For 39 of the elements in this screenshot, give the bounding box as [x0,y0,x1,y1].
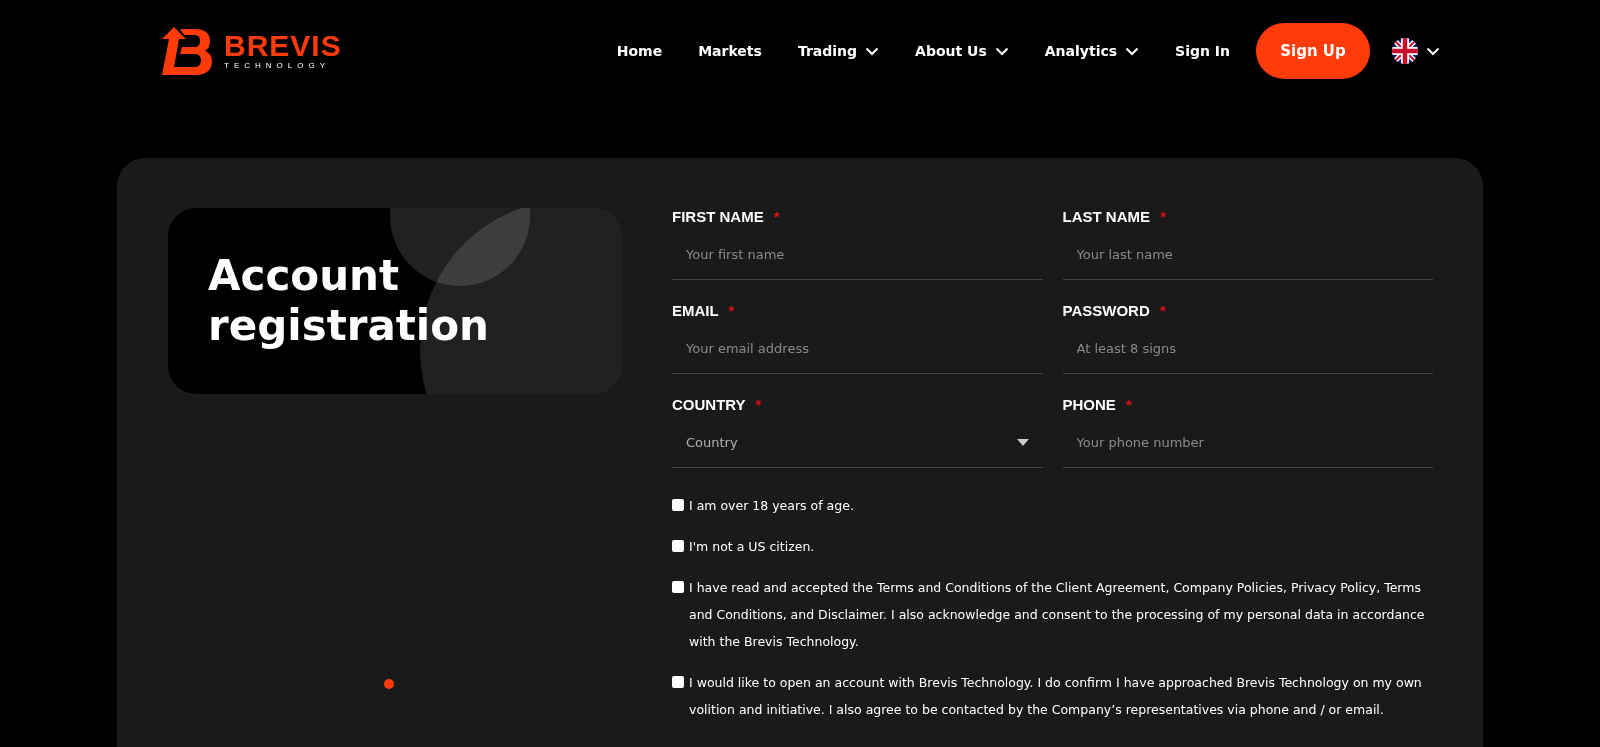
caret-down-icon [1016,439,1029,446]
checkbox[interactable] [672,581,684,593]
input-field[interactable]: Your last name [1062,230,1433,280]
country-select[interactable]: Country [672,418,1043,468]
page-title: Account registration [208,251,491,351]
field-label: LAST NAME * [1062,208,1167,227]
input-field[interactable]: At least 8 signs [1062,324,1433,374]
nav-link[interactable]: About Us [915,43,1009,59]
checkbox[interactable] [672,676,684,688]
checkbox[interactable] [672,499,684,511]
chevron-down-icon [994,46,1009,56]
input-field[interactable]: Your first name [672,230,1043,280]
brand-tagline: TECHNOLOGY [224,61,331,71]
checkbox[interactable] [672,540,684,552]
chevron-down-icon [865,46,880,56]
logo-icon [160,25,214,77]
consent-text: I would like to open an account with Brevis Technology. I do confirm I have approached Brevis Technology on my own volition and initiative. I also agree to be contacted by the Company’s representatives via phone and / or email. [689,674,1423,719]
nav-link[interactable]: Home [616,43,663,59]
consent-text: I am over 18 years of age. [689,497,854,515]
field-label: COUNTRY * [672,396,763,415]
input-field[interactable]: Your email address [672,324,1043,374]
brand-name: BREVIS [224,31,342,61]
language-selector[interactable] [1392,38,1440,64]
field-label: EMAIL * [672,302,736,321]
nav-link[interactable]: Analytics [1044,43,1140,59]
field-label: PHONE * [1062,396,1133,415]
nav-link[interactable]: Trading [797,43,880,59]
sign-up-button[interactable]: Sign Up [1256,23,1370,79]
chevron-down-icon [1125,46,1140,56]
input-field[interactable]: Your phone number [1062,418,1433,468]
consent-text: I have read and accepted the Terms and Conditions of the Client Agreement, Company Policies, Privacy Policy, Terms and Conditions, and Disclaimer. I also acknowledge and consent to the processing of my personal data in accordance with the Brevis Technology. [689,579,1426,651]
consent-text: I'm not a US citizen. [689,538,815,556]
field-label: PASSWORD * [1062,302,1167,321]
nav-link[interactable]: Markets [698,43,762,59]
flag-icon [1392,38,1418,64]
slide-dot[interactable] [384,679,394,689]
nav-link[interactable]: Sign In [1175,43,1230,59]
chevron-down-icon [1426,46,1440,56]
field-label: FIRST NAME * [672,208,781,227]
